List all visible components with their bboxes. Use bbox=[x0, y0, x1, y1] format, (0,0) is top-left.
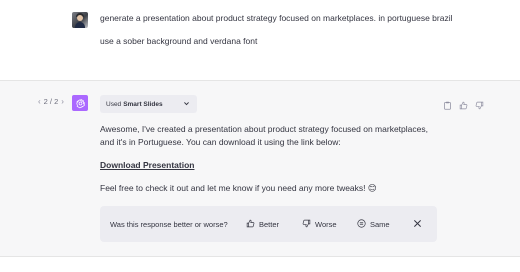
thumbs-down-icon[interactable] bbox=[475, 97, 484, 110]
user-message-block: generate a presentation about product st… bbox=[0, 0, 520, 80]
better-button[interactable]: Better bbox=[246, 219, 279, 230]
chevron-left-icon[interactable]: ‹ bbox=[38, 97, 41, 106]
same-button[interactable]: Same bbox=[357, 219, 390, 230]
download-presentation-link[interactable]: Download Presentation bbox=[100, 160, 194, 170]
feedback-bar: Was this response better or worse? Bette… bbox=[100, 206, 437, 242]
user-message-text: generate a presentation about product st… bbox=[100, 12, 480, 58]
worse-label: Worse bbox=[315, 220, 337, 229]
user-message-line-2: use a sober background and verdana font bbox=[100, 36, 258, 46]
response-pager: ‹ 2 / 2 › bbox=[38, 97, 64, 106]
plugin-prefix: Used bbox=[106, 100, 122, 108]
message-actions bbox=[443, 97, 484, 110]
thumbs-up-icon[interactable] bbox=[459, 97, 468, 110]
close-icon[interactable] bbox=[413, 219, 422, 230]
chevron-down-icon bbox=[183, 100, 190, 109]
same-label: Same bbox=[370, 220, 390, 229]
assistant-paragraph-1: Awesome, I've created a presentation abo… bbox=[100, 124, 428, 147]
thumbs-up-icon bbox=[246, 219, 255, 230]
user-avatar bbox=[72, 12, 88, 28]
better-label: Better bbox=[259, 220, 280, 229]
copy-icon[interactable] bbox=[443, 97, 452, 110]
chevron-right-icon[interactable]: › bbox=[61, 97, 64, 106]
plugin-name: Smart Slides bbox=[123, 100, 163, 108]
worse-button[interactable]: Worse bbox=[302, 219, 337, 230]
plugin-used-dropdown[interactable]: Used Smart Slides bbox=[100, 95, 197, 113]
assistant-paragraph-2: Feel free to check it out and let me kno… bbox=[100, 183, 377, 193]
equals-icon bbox=[357, 219, 366, 230]
pager-text: 2 / 2 bbox=[43, 97, 59, 106]
assistant-message-text: Awesome, I've created a presentation abo… bbox=[100, 123, 440, 205]
thumbs-down-icon bbox=[302, 219, 311, 230]
openai-logo-icon bbox=[72, 95, 88, 111]
user-message-line-1: generate a presentation about product st… bbox=[100, 13, 453, 23]
next-message-block bbox=[0, 257, 520, 272]
feedback-question: Was this response better or worse? bbox=[110, 220, 228, 229]
